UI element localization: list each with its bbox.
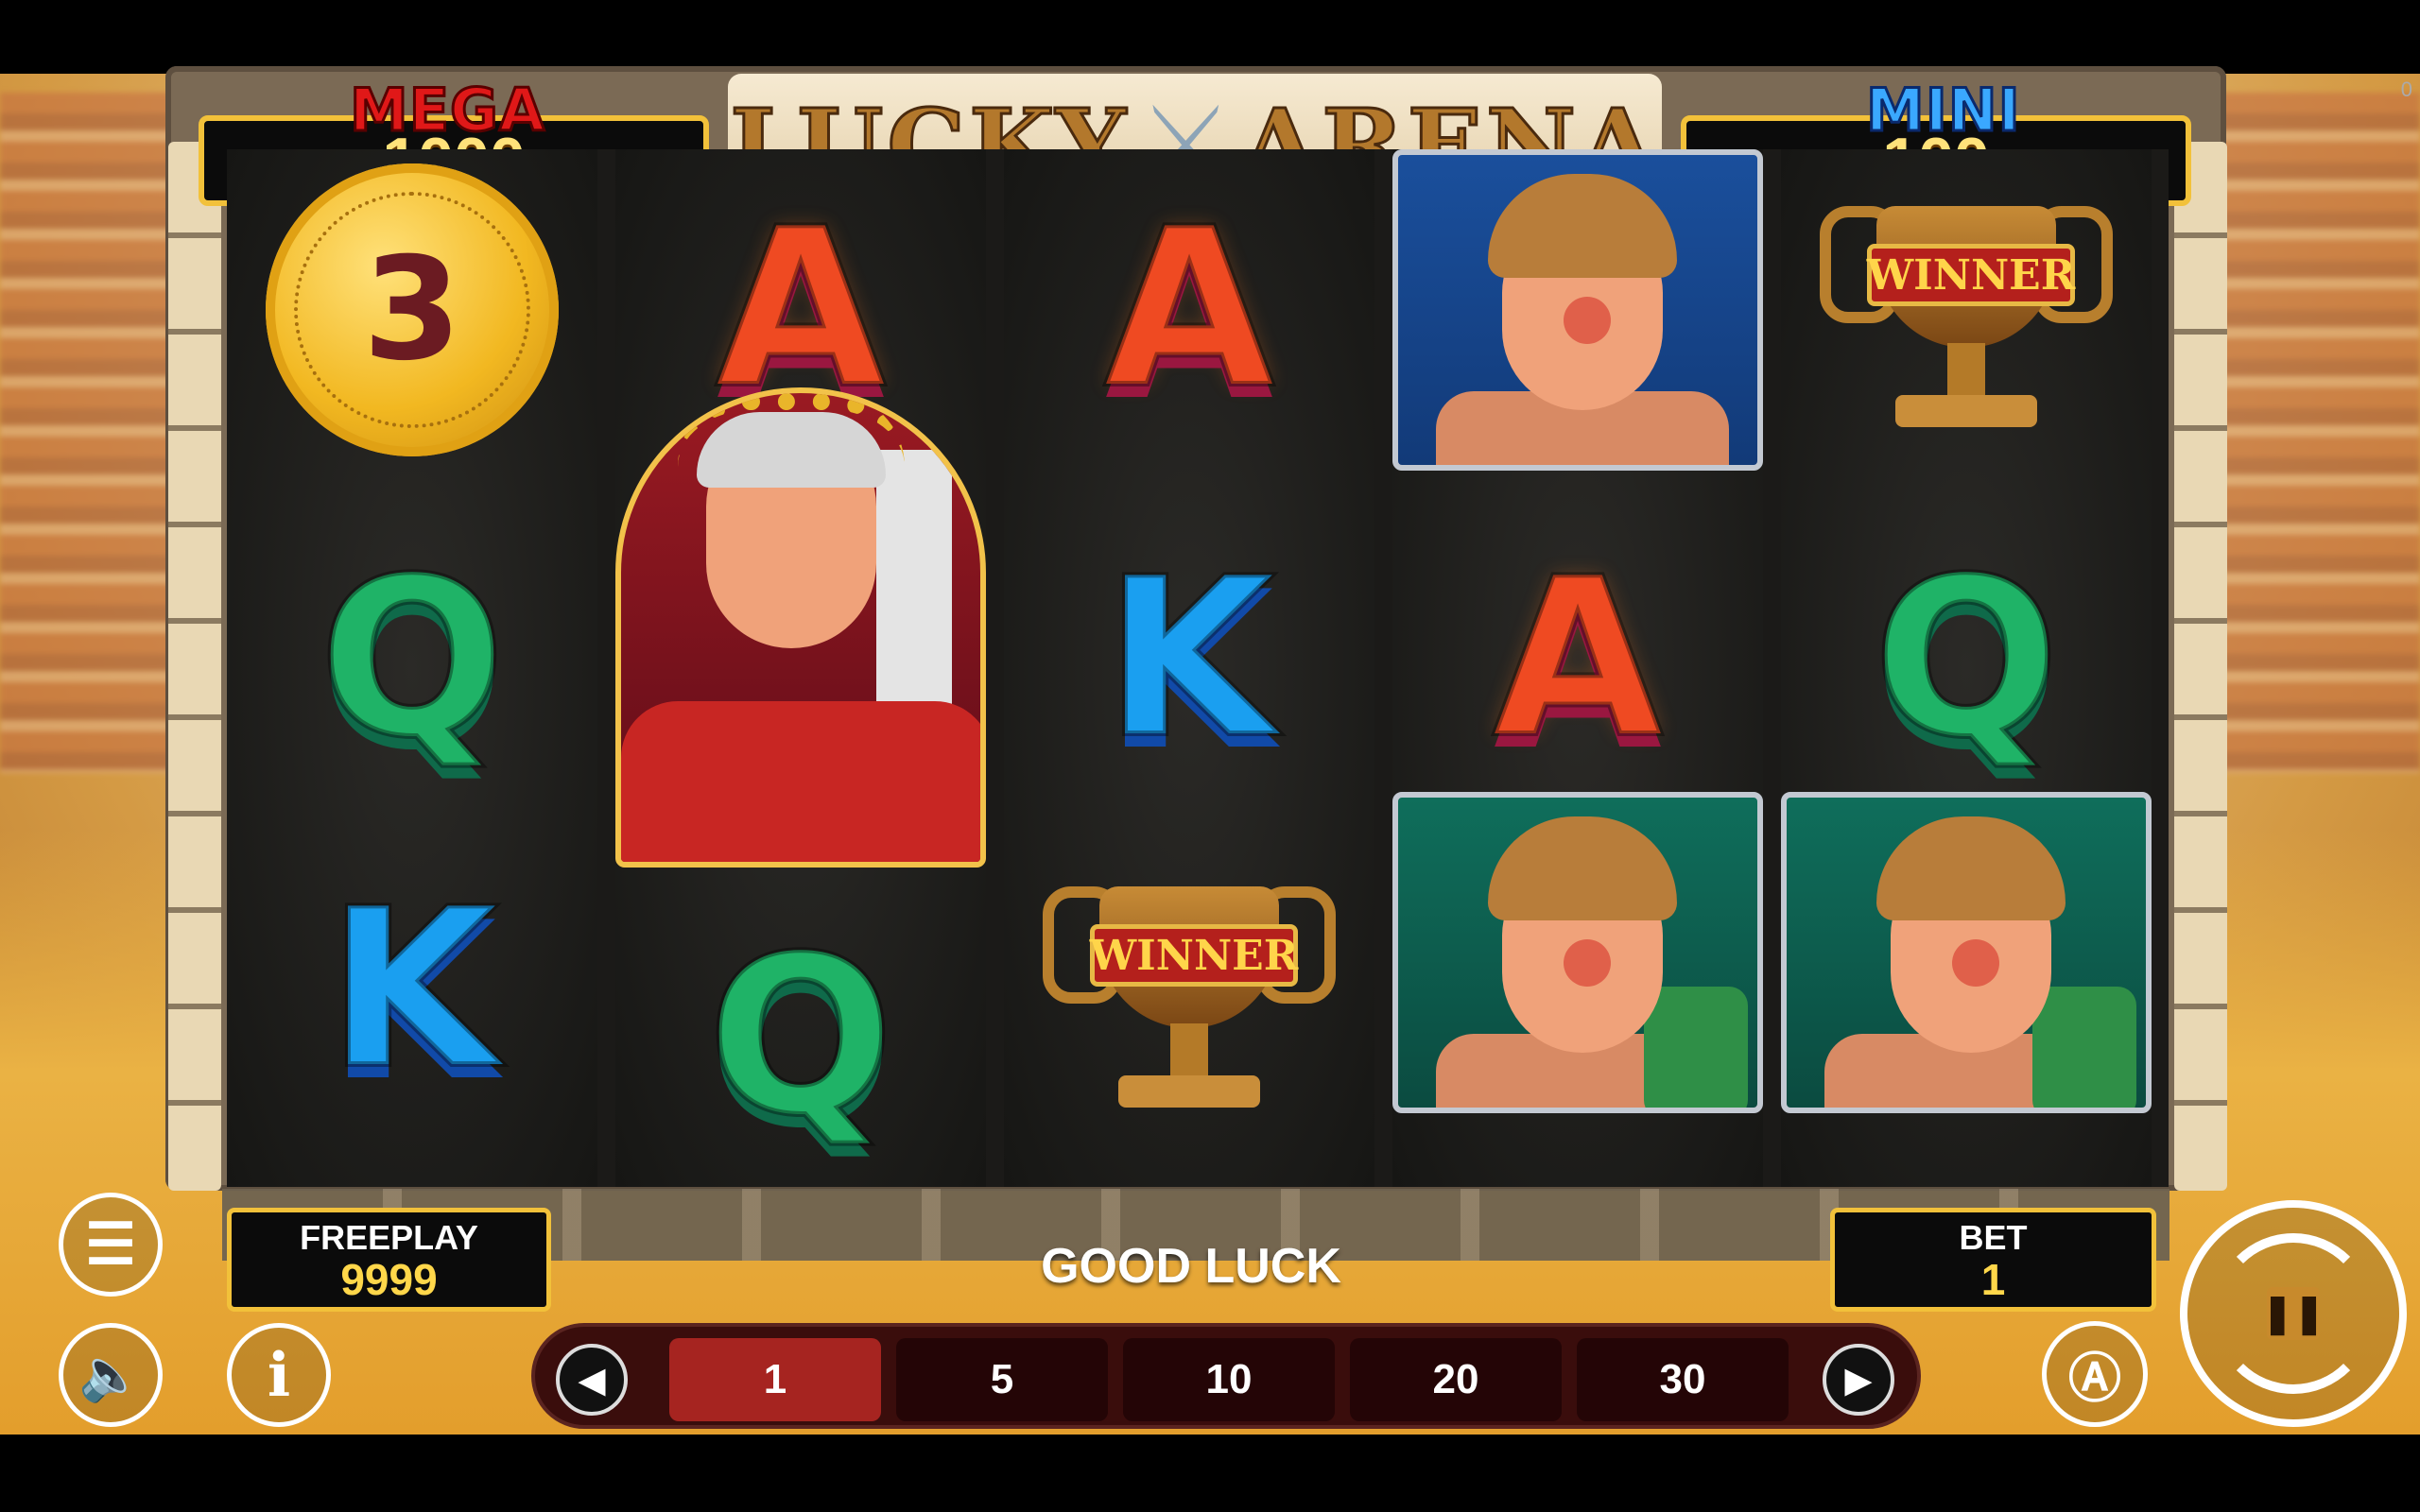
bet-option-1[interactable]: 1	[669, 1338, 881, 1421]
emperor-symbol	[615, 387, 986, 868]
corner-counter: 0	[2400, 77, 2412, 101]
frame-pillar-right	[2174, 142, 2227, 1191]
spin-button[interactable]: ❚❚	[2180, 1200, 2407, 1427]
bet-option-10[interactable]: 10	[1123, 1338, 1335, 1421]
symbol-q: Q	[227, 499, 597, 820]
symbol-k: K	[227, 830, 597, 1151]
pause-icon: ❚❚	[2261, 1287, 2325, 1340]
freeplay-balance-box: FREEPLAY 9999	[227, 1208, 551, 1312]
trophy-icon: WINNER	[1810, 168, 2122, 452]
bet-option-20[interactable]: 20	[1350, 1338, 1562, 1421]
mega-jackpot-label: MEGA	[349, 75, 546, 146]
speaker-icon: 🔈	[78, 1346, 143, 1403]
symbol-q: Q	[615, 877, 986, 1198]
trophy-symbol: WINNER	[1004, 830, 1374, 1151]
autoplay-icon: Ⓐ	[2068, 1348, 2121, 1408]
gladiator-green-symbol	[1392, 792, 1763, 1113]
autoplay-button[interactable]: Ⓐ	[2042, 1321, 2148, 1427]
q-letter: Q	[1871, 533, 2062, 785]
freeplay-value: 9999	[340, 1255, 438, 1304]
freeplay-label: FREEPLAY	[300, 1218, 478, 1257]
bet-option-5[interactable]: 5	[896, 1338, 1108, 1421]
chevron-right-icon[interactable]: ▶	[1823, 1344, 1894, 1416]
coin-icon: 3	[266, 163, 559, 456]
frame-pillar-left	[168, 142, 221, 1191]
bet-box: BET 1	[1830, 1208, 2156, 1312]
status-message: GOOD LUCK	[1041, 1239, 1341, 1294]
reel-4: A	[1392, 149, 1763, 1187]
sound-button[interactable]: 🔈	[59, 1323, 163, 1427]
k-letter: K	[1102, 533, 1276, 785]
arena-crowd-right	[2212, 93, 2420, 773]
a-letter: A	[714, 183, 888, 436]
q-letter: Q	[705, 911, 896, 1163]
trophy-banner: WINNER	[1090, 924, 1298, 987]
gladiator-green-symbol	[1781, 792, 2152, 1113]
symbol-a: A	[1004, 149, 1374, 471]
bet-label: BET	[1959, 1218, 2028, 1257]
laurel-icon	[678, 393, 905, 467]
mini-jackpot-label: MINI	[1865, 75, 2022, 146]
k-letter: K	[325, 864, 499, 1116]
reel-1: 3 Q K	[227, 149, 597, 1187]
a-letter: A	[1102, 183, 1276, 436]
chevron-left-icon[interactable]: ◀	[556, 1344, 628, 1416]
reel-3: A K WINNER	[1004, 149, 1374, 1187]
bet-option-30[interactable]: 30	[1577, 1338, 1789, 1421]
a-letter: A	[1491, 533, 1665, 785]
reel-grid: 3 Q K A Q A K WINNER A WINNER Q	[227, 149, 2169, 1187]
trophy-symbol: WINNER	[1781, 149, 2152, 471]
gladiator-blue-symbol	[1392, 149, 1763, 471]
bet-selector: ◀ 1 5 10 20 30 ▶	[531, 1323, 1921, 1429]
q-letter: Q	[317, 533, 508, 785]
bet-value: 1	[1980, 1255, 2006, 1304]
menu-button[interactable]: ☰	[59, 1193, 163, 1297]
menu-icon: ☰	[85, 1212, 136, 1276]
spin-icon: ❚❚	[2213, 1233, 2374, 1394]
trophy-banner: WINNER	[1867, 244, 2075, 306]
info-button[interactable]: i	[227, 1323, 331, 1427]
symbol-k: K	[1004, 499, 1374, 820]
reel-2: A Q	[615, 149, 986, 1187]
symbol-q: Q	[1781, 499, 2152, 820]
info-icon: i	[267, 1339, 291, 1411]
symbol-a: A	[1392, 499, 1763, 820]
trophy-icon: WINNER	[1033, 849, 1345, 1132]
reel-5: WINNER Q	[1781, 149, 2152, 1187]
coin-symbol: 3	[227, 149, 597, 471]
